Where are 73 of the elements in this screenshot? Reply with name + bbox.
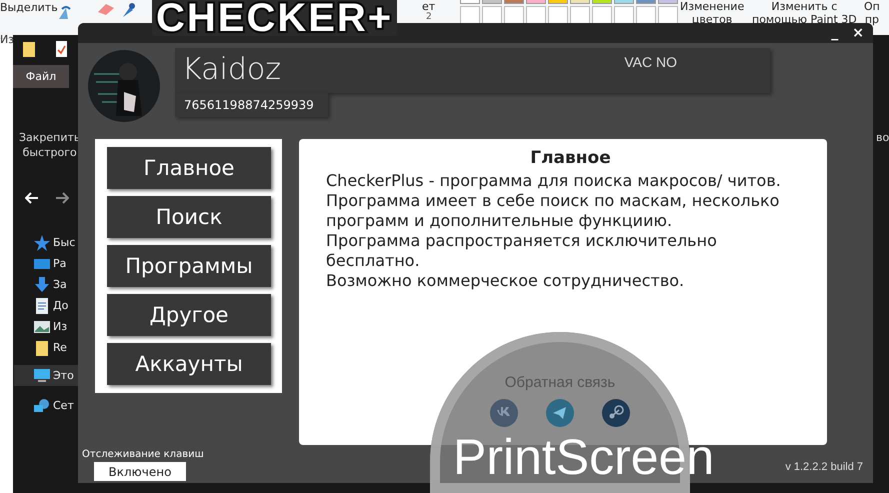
document-icon <box>36 298 48 314</box>
tree-label: Сет <box>53 399 74 412</box>
profile-name: Kaidoz <box>182 51 282 89</box>
content-title: Главное <box>529 148 612 168</box>
menu-button[interactable]: Поиск <box>107 196 271 238</box>
forward-arrow-icon <box>55 192 69 204</box>
key-tracking-button[interactable]: Включено <box>94 462 186 481</box>
folder-icon <box>23 41 35 57</box>
ribbon-command[interactable]: Оп пр <box>864 0 880 26</box>
tree-item[interactable]: До <box>14 295 78 316</box>
telegram-icon[interactable] <box>546 399 574 427</box>
ribbon-label: 2 <box>426 12 432 22</box>
network-icon <box>34 398 50 414</box>
folder-icon <box>34 340 50 356</box>
color-swatch[interactable] <box>482 0 502 4</box>
ribbon-label[interactable]: ет <box>422 0 436 13</box>
ribbon-command[interactable]: во <box>876 131 889 144</box>
vac-status: VAC NO <box>624 54 677 70</box>
color-swatch[interactable] <box>526 0 546 4</box>
back-arrow-icon <box>25 192 39 204</box>
image-icon <box>34 318 50 334</box>
color-swatch[interactable] <box>636 0 656 4</box>
tree-label: До <box>53 299 68 312</box>
menu-button[interactable]: Другое <box>107 294 271 336</box>
description-text: Возможно коммерческое сотрудничество. <box>326 271 686 291</box>
vk-icon[interactable] <box>490 399 518 427</box>
steam-icon[interactable] <box>602 399 630 427</box>
tree-label: Это <box>53 369 74 382</box>
description-text: Программа имеет в себе поиск по маскам, несколько программ и дополнительные функциию. <box>326 191 780 231</box>
tree-item[interactable]: Из <box>14 316 78 337</box>
color-swatch[interactable] <box>658 0 678 4</box>
steam-id: 76561198874259939 <box>175 93 328 117</box>
color-swatch[interactable] <box>570 0 590 4</box>
menu-button[interactable]: Программы <box>107 245 271 287</box>
tree-item[interactable]: Это <box>14 365 78 386</box>
computer-icon <box>34 368 50 384</box>
ribbon-command[interactable]: Изменение цветов <box>680 0 744 26</box>
description-text: Программа распространяется исключительно бесплатно. <box>326 231 718 271</box>
tree-label: Re <box>53 341 67 354</box>
version-label: v 1.2.2.2 build 7 <box>785 461 863 473</box>
color-swatch[interactable] <box>548 0 568 4</box>
key-tracking-label: Отслеживание клавиш <box>82 448 204 462</box>
download-icon <box>34 276 50 292</box>
color-swatch[interactable] <box>460 0 480 4</box>
tree-item[interactable]: За <box>14 274 78 295</box>
window-control[interactable]: × <box>849 24 867 42</box>
window-control[interactable]: _ <box>828 24 842 42</box>
ribbon-command[interactable]: Закрепить быстрого <box>19 130 80 160</box>
tree-item[interactable]: Быс <box>14 232 78 253</box>
caption-text: PrintScreen <box>453 428 714 486</box>
star-icon <box>34 234 50 250</box>
ribbon-command[interactable]: Изменить с помощью Paint 3D <box>752 0 857 26</box>
ribbon-tab[interactable]: Из <box>0 33 14 46</box>
tree-item[interactable]: Сет <box>14 395 78 416</box>
description-text: CheckerPlus - программа для поиска макросов/ читов. <box>326 171 782 191</box>
tree-item[interactable]: Re <box>14 337 78 358</box>
tree-label: Быс <box>53 236 76 249</box>
avatar <box>88 50 160 122</box>
color-swatch[interactable] <box>504 0 524 4</box>
tree-label: Ра <box>53 257 66 270</box>
color-swatch[interactable] <box>614 0 634 4</box>
tree-label: За <box>53 278 67 291</box>
menu-button[interactable]: Аккаунты <box>107 343 271 385</box>
tree-label: Из <box>53 320 68 333</box>
menu-button[interactable]: Главное <box>107 147 271 189</box>
ribbon-label[interactable]: Выделить <box>0 1 58 14</box>
document-icon <box>56 41 67 57</box>
file-tab[interactable]: Файл <box>13 65 69 88</box>
color-swatch[interactable] <box>592 0 612 4</box>
eraser-icon <box>96 2 116 16</box>
overlay-title: CHECKER+ <box>152 0 398 36</box>
eyedropper-icon <box>121 1 135 19</box>
tree-item[interactable]: Ра <box>14 253 78 274</box>
